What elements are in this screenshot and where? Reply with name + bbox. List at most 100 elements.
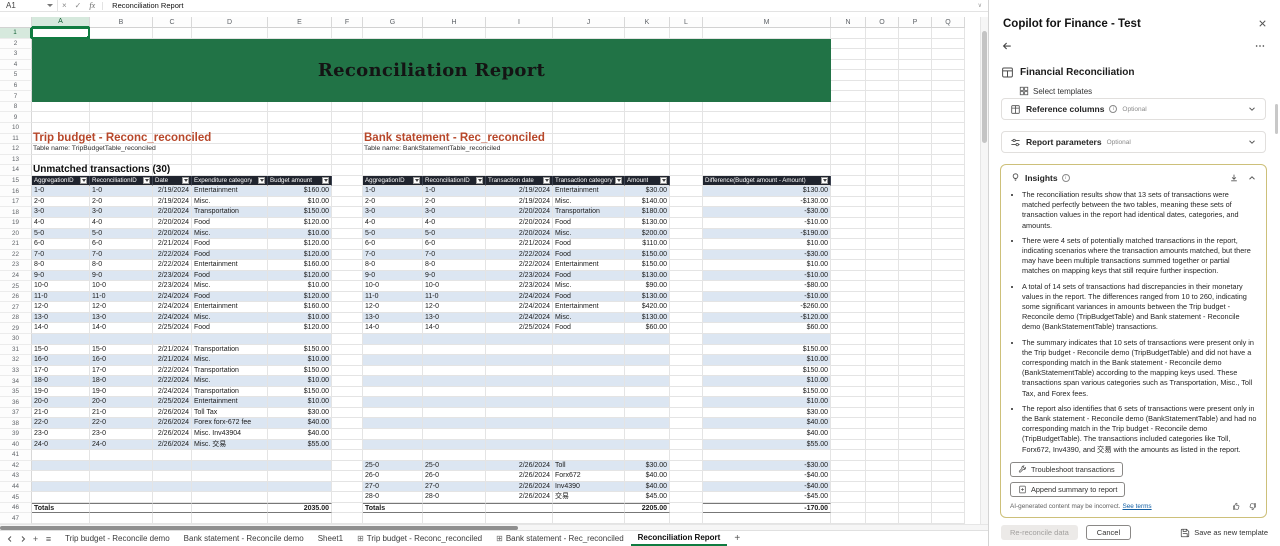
cell[interactable]: $120.00 <box>268 250 332 261</box>
cell[interactable]: $130.00 <box>703 186 831 197</box>
cell[interactable] <box>899 450 932 461</box>
sheet-tab[interactable]: ⊞Bank statement - Rec_reconciled <box>489 531 631 546</box>
filter-dropdown-icon[interactable] <box>258 177 265 184</box>
cell[interactable]: 7-0 <box>90 250 153 261</box>
cell[interactable] <box>899 482 932 493</box>
cell[interactable] <box>866 292 899 303</box>
cell[interactable] <box>423 429 486 440</box>
cell[interactable] <box>866 39 899 50</box>
cell[interactable] <box>553 418 625 429</box>
column-header-D[interactable]: D <box>192 17 268 28</box>
cell[interactable] <box>866 418 899 429</box>
cell[interactable]: 11-0 <box>363 292 423 303</box>
cell[interactable] <box>831 176 866 187</box>
row-header-40[interactable]: 40 <box>0 440 32 451</box>
cell[interactable] <box>670 197 703 208</box>
cell[interactable] <box>332 281 363 292</box>
cell[interactable] <box>932 250 965 261</box>
cell[interactable] <box>932 450 965 461</box>
row-header-12[interactable]: 12 <box>0 144 32 155</box>
column-header-P[interactable]: P <box>899 17 932 28</box>
cell[interactable] <box>670 313 703 324</box>
panel-scroll-thumb[interactable] <box>1275 104 1278 134</box>
cell[interactable] <box>153 102 192 113</box>
cell[interactable] <box>899 397 932 408</box>
cell[interactable] <box>932 376 965 387</box>
row-header-21[interactable]: 21 <box>0 239 32 250</box>
cell[interactable]: 2/23/2024 <box>153 271 192 282</box>
cell[interactable] <box>153 513 192 524</box>
cell[interactable] <box>866 397 899 408</box>
cell[interactable] <box>153 492 192 503</box>
cell[interactable]: 12-0 <box>423 302 486 313</box>
cell[interactable] <box>831 503 866 514</box>
cell[interactable] <box>866 271 899 282</box>
cell[interactable] <box>90 513 153 524</box>
row-header-3[interactable]: 3 <box>0 49 32 60</box>
cell[interactable] <box>831 376 866 387</box>
cell[interactable] <box>866 112 899 123</box>
cell[interactable] <box>625 418 670 429</box>
cell[interactable]: $160.00 <box>268 260 332 271</box>
cell[interactable] <box>268 28 332 39</box>
cell[interactable] <box>703 28 831 39</box>
cell[interactable] <box>831 134 866 145</box>
cell[interactable]: 2205.00 <box>625 503 670 514</box>
row-header-4[interactable]: 4 <box>0 60 32 71</box>
cell[interactable]: Toll <box>553 461 625 472</box>
cell[interactable] <box>332 123 363 134</box>
cell[interactable]: Misc. <box>192 281 268 292</box>
cell[interactable] <box>932 229 965 240</box>
cell[interactable] <box>553 513 625 524</box>
thumbs-down-icon[interactable] <box>1248 502 1257 511</box>
cell[interactable]: 5-0 <box>32 229 90 240</box>
cell[interactable]: Totals <box>363 503 423 514</box>
cell[interactable]: -$30.00 <box>703 461 831 472</box>
cell[interactable]: $150.00 <box>268 345 332 356</box>
cell[interactable] <box>831 250 866 261</box>
column-header-G[interactable]: G <box>363 17 423 28</box>
cell[interactable] <box>866 429 899 440</box>
cell[interactable]: Entertainment <box>192 302 268 313</box>
cell[interactable] <box>486 355 553 366</box>
confirm-entry-icon[interactable]: ✓ <box>71 0 86 12</box>
save-as-new-template-button[interactable]: Save as new template <box>1180 528 1268 538</box>
cell[interactable]: 6-0 <box>423 239 486 250</box>
cell[interactable] <box>423 418 486 429</box>
cell[interactable]: 2/24/2024 <box>153 302 192 313</box>
cell[interactable] <box>899 323 932 334</box>
cell[interactable] <box>553 376 625 387</box>
cell[interactable]: Forex forx-672 fee <box>192 418 268 429</box>
cell[interactable] <box>192 28 268 39</box>
row-header-15[interactable]: 15 <box>0 176 32 187</box>
cell[interactable] <box>363 334 423 345</box>
cell[interactable] <box>866 513 899 524</box>
cell-name-box[interactable]: A1 <box>0 0 58 12</box>
column-header-M[interactable]: M <box>703 17 831 28</box>
cell[interactable] <box>831 102 866 113</box>
cell[interactable]: 2/20/2024 <box>153 207 192 218</box>
column-header-J[interactable]: J <box>553 17 625 28</box>
cell[interactable]: $10.00 <box>703 260 831 271</box>
cell[interactable]: $120.00 <box>268 323 332 334</box>
cell[interactable]: 10-0 <box>90 281 153 292</box>
column-header-N[interactable]: N <box>831 17 866 28</box>
cell[interactable] <box>192 503 268 514</box>
filter-dropdown-icon[interactable] <box>660 177 667 184</box>
cell[interactable] <box>423 513 486 524</box>
cell[interactable] <box>899 81 932 92</box>
cell[interactable]: 2/19/2024 <box>153 186 192 197</box>
row-header-37[interactable]: 37 <box>0 408 32 419</box>
cell[interactable]: $55.00 <box>703 440 831 451</box>
cell[interactable] <box>703 144 831 155</box>
cell[interactable] <box>90 471 153 482</box>
row-header-38[interactable]: 38 <box>0 418 32 429</box>
row-header-9[interactable]: 9 <box>0 112 32 123</box>
cell[interactable] <box>831 461 866 472</box>
cell[interactable] <box>332 112 363 123</box>
cell[interactable] <box>932 70 965 81</box>
row-header-26[interactable]: 26 <box>0 292 32 303</box>
cell[interactable] <box>486 397 553 408</box>
cell[interactable] <box>831 197 866 208</box>
cell[interactable] <box>831 471 866 482</box>
